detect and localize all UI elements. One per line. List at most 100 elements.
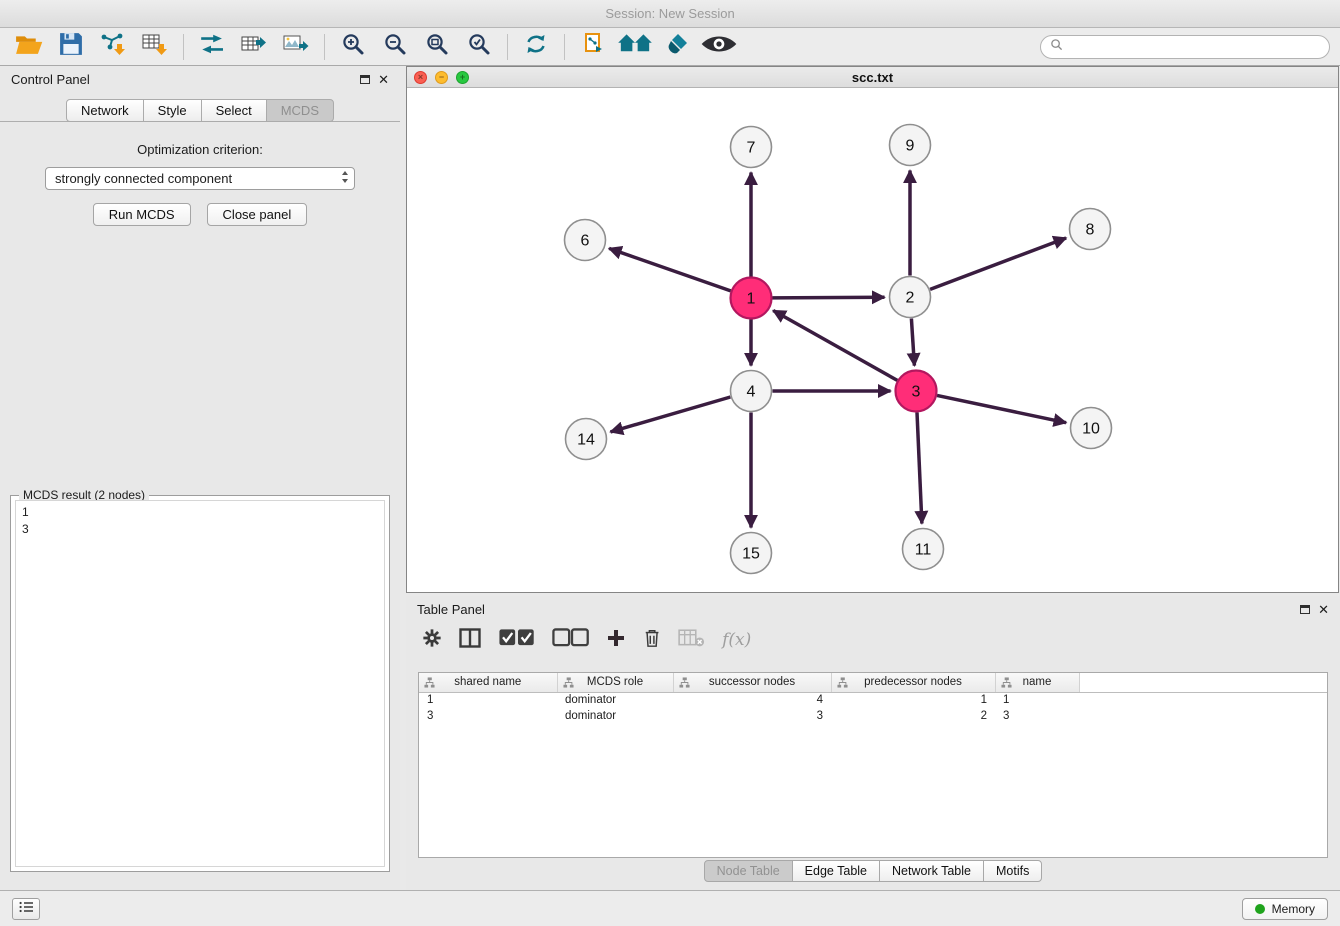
table-row[interactable]: 1dominator411 [419,692,1327,708]
network-arrows-button[interactable] [193,31,231,63]
mcds-result-item[interactable]: 1 [22,504,378,521]
zoom-out-button[interactable] [376,31,414,63]
table-tab-node-table[interactable]: Node Table [704,860,793,882]
cell[interactable]: 1 [995,692,1079,708]
svg-text:7: 7 [747,140,756,157]
cell[interactable]: 3 [419,708,557,724]
optimization-criterion-dropdown[interactable]: strongly connected component [45,167,355,190]
zoom-fit-button[interactable] [418,31,456,63]
show-graphics-button[interactable] [700,31,738,63]
network-graph-canvas[interactable]: 1 2 3 4 6 7 8 9 10 11 14 15 [407,88,1338,592]
node-10[interactable]: 10 [1071,408,1112,449]
select-all-button[interactable] [498,627,535,653]
node-7[interactable]: 7 [731,127,772,168]
control-panel-tabs: NetworkStyleSelectMCDS [0,98,400,122]
column-header-shared-name[interactable]: shared name [419,673,557,692]
export-table-button[interactable] [235,31,273,63]
deselect-all-icon [552,628,589,653]
cell[interactable]: dominator [557,692,673,708]
add-row-button[interactable] [606,627,626,653]
open-file-button[interactable] [10,31,48,63]
home-view-button[interactable] [616,31,654,63]
minimize-window-button[interactable]: − [435,71,448,84]
edge-1-6[interactable] [609,248,731,291]
edge-3-10[interactable] [937,395,1066,422]
table-tab-motifs[interactable]: Motifs [983,860,1042,882]
column-header-successor-nodes[interactable]: successor nodes [673,673,831,692]
cell[interactable]: 4 [673,692,831,708]
import-table-icon [142,32,169,61]
clear-columns-icon [678,628,705,653]
memory-status-dot [1255,904,1265,914]
search-input[interactable] [1069,40,1320,54]
mcds-result-item[interactable]: 3 [22,521,378,538]
run-mcds-button[interactable]: Run MCDS [93,203,191,226]
cell[interactable]: 3 [995,708,1079,724]
column-header-mcds-role[interactable]: MCDS role [557,673,673,692]
tab-select[interactable]: Select [201,99,267,122]
table-tab-edge-table[interactable]: Edge Table [792,860,880,882]
select-all-icon [498,628,535,653]
refresh-button[interactable] [517,31,555,63]
node-14[interactable]: 14 [566,419,607,460]
svg-text:3: 3 [912,384,921,401]
node-3[interactable]: 3 [896,371,937,412]
status-bar: Memory [0,890,1340,926]
close-panel-icon[interactable]: ✕ [378,73,389,86]
edge-3-1[interactable] [773,311,897,381]
table-row[interactable]: 3dominator323 [419,708,1327,724]
cell[interactable]: 3 [673,708,831,724]
cell[interactable]: dominator [557,708,673,724]
column-layout-button[interactable] [459,627,481,653]
memory-button[interactable]: Memory [1242,898,1328,920]
close-window-button[interactable]: × [414,71,427,84]
edge-2-8[interactable] [930,238,1066,289]
column-header-name[interactable]: name [995,673,1079,692]
save-session-button[interactable] [52,31,90,63]
network-window-titlebar[interactable]: × − + scc.txt [407,67,1338,88]
tab-mcds[interactable]: MCDS [266,99,334,122]
node-8[interactable]: 8 [1070,209,1111,250]
node-4[interactable]: 4 [731,371,772,412]
node-9[interactable]: 9 [890,125,931,166]
edge-3-11[interactable] [917,413,922,524]
tab-style[interactable]: Style [143,99,202,122]
table-tab-network-table[interactable]: Network Table [879,860,984,882]
duplicate-network-button[interactable] [574,31,612,63]
close-table-panel-icon[interactable]: ✕ [1318,603,1329,616]
node-6[interactable]: 6 [565,220,606,261]
gear-button[interactable] [422,627,442,653]
node-2[interactable]: 2 [890,277,931,318]
svg-text:14: 14 [577,432,595,449]
zoom-window-button[interactable]: + [456,71,469,84]
import-network-button[interactable] [94,31,132,63]
delete-row-button[interactable] [643,627,661,653]
cell[interactable]: 2 [831,708,995,724]
import-table-button[interactable] [136,31,174,63]
toolbar-separator [183,34,184,60]
search-box[interactable] [1040,35,1330,59]
zoom-selected-button[interactable] [460,31,498,63]
node-1[interactable]: 1 [731,278,772,319]
export-image-button[interactable] [277,31,315,63]
edge-2-3[interactable] [911,319,914,366]
mcds-result-box: MCDS result (2 nodes) 13 [10,495,390,872]
node-11[interactable]: 11 [903,529,944,570]
node-15[interactable]: 15 [731,533,772,574]
edge-1-2[interactable] [773,297,885,298]
show-panels-button[interactable] [12,898,40,920]
cell[interactable]: 1 [831,692,995,708]
cell[interactable]: 1 [419,692,557,708]
zoom-in-button[interactable] [334,31,372,63]
edge-4-14[interactable] [611,397,731,432]
float-table-panel-icon[interactable] [1300,605,1310,614]
window-titlebar[interactable]: Session: New Session [0,0,1340,28]
column-header-filler [1079,673,1327,692]
close-panel-button[interactable]: Close panel [207,203,308,226]
column-header-predecessor-nodes[interactable]: predecessor nodes [831,673,995,692]
tab-network[interactable]: Network [66,99,144,122]
deselect-all-button[interactable] [552,627,589,653]
toolbar-separator [507,34,508,60]
float-panel-icon[interactable] [360,75,370,84]
paint-style-button[interactable] [658,31,696,63]
